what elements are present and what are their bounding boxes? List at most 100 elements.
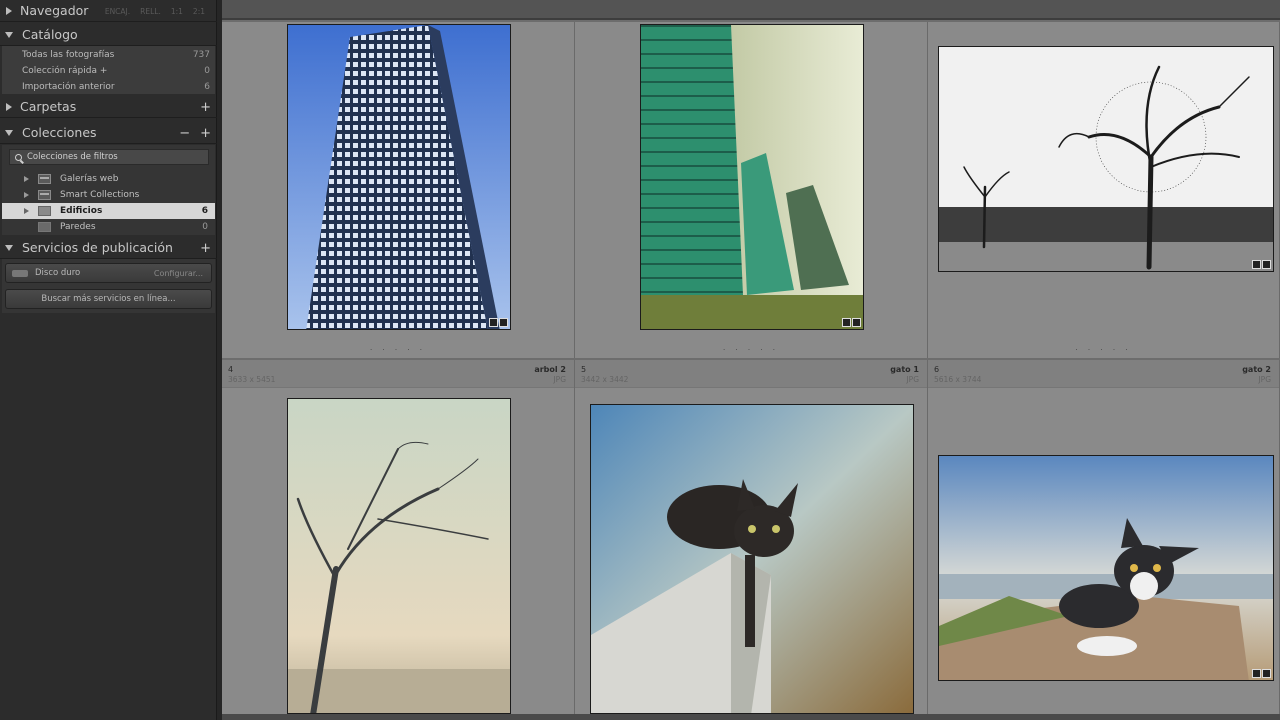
cell-index: 4	[228, 365, 234, 374]
collection-set-icon	[38, 174, 51, 184]
navigator-header[interactable]: Navegador ENCAJ. RELL. 1:1 2:1	[0, 0, 217, 22]
collapse-triangle-icon[interactable]	[5, 129, 13, 136]
grid-cell[interactable]: 6 5616 x 3744 gato 2 JPG	[928, 360, 1280, 714]
catalog-header[interactable]: Catálogo	[0, 24, 217, 46]
expand-triangle-icon[interactable]	[24, 192, 29, 198]
collection-icon	[38, 206, 51, 216]
cat-on-wall-photo	[591, 405, 913, 713]
cell-filename: gato 2	[1242, 365, 1271, 374]
collection-label: Galerías web	[60, 174, 119, 184]
folders-header[interactable]: Carpetas +	[0, 96, 217, 118]
collection-filter-label: Colecciones de filtros	[27, 152, 118, 162]
keyword-badge-icon	[1252, 260, 1261, 269]
photo-thumbnail-bw-tree[interactable]	[938, 46, 1274, 272]
zoom-2-1[interactable]: 2:1	[193, 7, 205, 16]
rating-dots[interactable]: . . . . .	[575, 344, 927, 352]
collection-count: 0	[202, 222, 208, 232]
expand-triangle-icon[interactable]	[6, 102, 12, 111]
collection-edificios[interactable]: Edificios 6	[2, 203, 215, 219]
cell-index: 6	[934, 365, 940, 374]
find-more-services-button[interactable]: Buscar más servicios en línea...	[5, 289, 212, 309]
adjust-badge-icon	[852, 318, 861, 327]
glass-buildings-photo	[641, 25, 863, 329]
remove-collection-icon[interactable]: −	[179, 126, 190, 141]
grid-cell[interactable]: 4 3633 x 5451 arbol 2 JPG	[222, 360, 575, 714]
cell-dimensions: 3633 x 5451	[228, 375, 276, 384]
photo-thumbnail-cat-2[interactable]	[938, 455, 1274, 681]
collection-set-smart-collections[interactable]: Smart Collections	[2, 187, 215, 203]
bw-tree-photo	[939, 47, 1273, 271]
cell-info-band: 5 3442 x 3442 gato 1 JPG	[575, 360, 927, 388]
thumbnail-badges	[1252, 260, 1271, 269]
keyword-badge-icon	[842, 318, 851, 327]
adjust-badge-icon	[499, 318, 508, 327]
collection-filter-input[interactable]: Colecciones de filtros	[9, 149, 209, 165]
zoom-1-1[interactable]: 1:1	[171, 7, 183, 16]
rating-dots[interactable]: . . . . .	[222, 344, 574, 352]
collection-count: 6	[201, 206, 208, 216]
collapse-triangle-icon[interactable]	[5, 31, 13, 38]
grid-bottom-bar	[222, 714, 1280, 720]
collection-set-icon	[38, 190, 51, 200]
keyword-badge-icon	[1252, 669, 1261, 678]
rating-dots[interactable]: . . . . .	[928, 344, 1279, 352]
cell-extension: JPG	[906, 375, 919, 384]
publish-services-header[interactable]: Servicios de publicación +	[0, 237, 217, 259]
hard-drive-label: Disco duro	[35, 268, 81, 278]
add-folder-icon[interactable]: +	[200, 100, 211, 115]
thumbnail-badges	[842, 318, 861, 327]
grid-view: . . . . . . . . . . . . . . . 4 3633 x 5…	[222, 0, 1280, 720]
zoom-fit[interactable]: ENCAJ.	[105, 7, 130, 16]
add-collection-icon[interactable]: +	[200, 126, 211, 141]
cell-index: 5	[581, 365, 587, 374]
publish-services-title: Servicios de publicación	[22, 240, 173, 255]
collection-label: Edificios	[60, 206, 103, 216]
grid-cell[interactable]: . . . . .	[222, 22, 575, 358]
collections-header[interactable]: Colecciones − +	[0, 122, 217, 144]
catalog-item-quick-collection[interactable]: Colección rápida + 0	[0, 63, 217, 79]
catalog-item-all-photos[interactable]: Todas las fotografías 737	[0, 47, 217, 63]
tower-photo	[288, 25, 510, 329]
find-more-services-label: Buscar más servicios en línea...	[41, 294, 176, 304]
photo-thumbnail-glass-buildings[interactable]	[640, 24, 864, 330]
photo-thumbnail-cat-1[interactable]	[590, 404, 914, 714]
hard-drive-service[interactable]: Disco duro Configurar...	[5, 263, 212, 283]
grid-cell[interactable]: 5 3442 x 3442 gato 1 JPG	[575, 360, 928, 714]
catalog-title: Catálogo	[22, 27, 78, 42]
expand-triangle-icon[interactable]	[24, 176, 29, 182]
add-publish-service-icon[interactable]: +	[200, 241, 211, 256]
collapse-triangle-icon[interactable]	[5, 244, 13, 251]
expand-triangle-icon[interactable]	[6, 6, 12, 15]
adjust-badge-icon	[1262, 260, 1271, 269]
catalog-item-previous-import[interactable]: Importación anterior 6	[0, 79, 217, 95]
photo-thumbnail-tree[interactable]	[287, 398, 511, 714]
configure-button[interactable]: Configurar...	[154, 269, 203, 278]
collection-icon	[38, 222, 51, 232]
thumbnail-badges	[489, 318, 508, 327]
cell-extension: JPG	[1258, 375, 1271, 384]
cell-dimensions: 5616 x 3744	[934, 375, 982, 384]
zoom-fill[interactable]: RELL.	[140, 7, 161, 16]
thumbnail-badges	[1252, 669, 1271, 678]
search-icon	[15, 153, 22, 161]
collections-title: Colecciones	[22, 125, 97, 140]
collection-set-galerias-web[interactable]: Galerías web	[2, 171, 215, 187]
grid-cell[interactable]: . . . . .	[575, 22, 928, 358]
cell-info-band: 4 3633 x 5451 arbol 2 JPG	[222, 360, 574, 388]
navigator-title: Navegador	[20, 3, 89, 18]
left-panel: Navegador ENCAJ. RELL. 1:1 2:1 Catálogo …	[0, 0, 222, 720]
catalog-item-count: 737	[192, 50, 210, 60]
tree-photo	[288, 399, 510, 713]
catalog-item-count: 0	[204, 66, 210, 76]
catalog-item-label: Todas las fotografías	[22, 50, 115, 60]
photo-thumbnail-tower[interactable]	[287, 24, 511, 330]
catalog-item-label: Colección rápida +	[22, 66, 108, 76]
hard-drive-icon	[12, 269, 28, 277]
expand-triangle-icon[interactable]	[24, 208, 29, 214]
cell-filename: gato 1	[890, 365, 919, 374]
grid-top-bar	[222, 0, 1280, 20]
grid-cell[interactable]: . . . . .	[928, 22, 1280, 358]
left-panel-inner: Navegador ENCAJ. RELL. 1:1 2:1 Catálogo …	[0, 0, 217, 720]
collection-paredes[interactable]: Paredes 0	[2, 219, 215, 235]
